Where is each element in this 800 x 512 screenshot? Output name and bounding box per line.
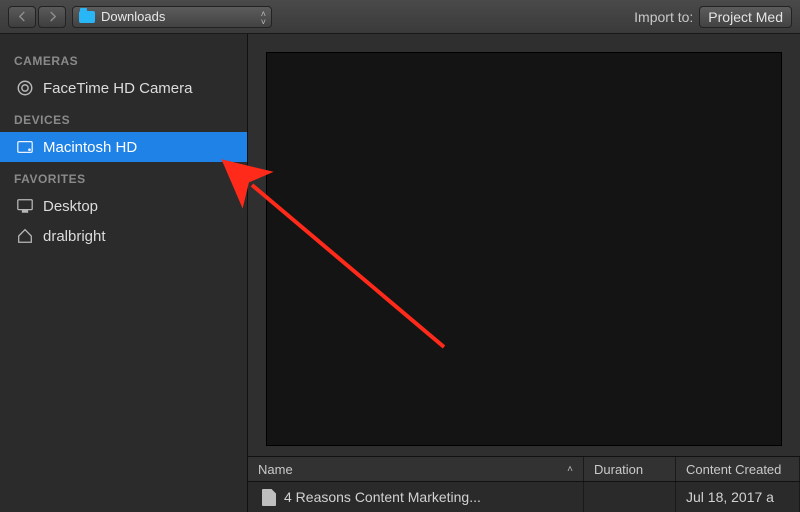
cell-name: 4 Reasons Content Marketing... bbox=[248, 482, 584, 512]
home-icon bbox=[16, 227, 34, 245]
sidebar-item-label: dralbright bbox=[43, 228, 106, 245]
column-label: Duration bbox=[594, 462, 643, 477]
sidebar-item-label: Macintosh HD bbox=[43, 139, 137, 156]
back-button[interactable] bbox=[8, 6, 36, 28]
updown-icon: ˄˅ bbox=[261, 10, 266, 26]
column-header-duration[interactable]: Duration bbox=[584, 457, 676, 481]
sidebar-item-desktop[interactable]: Desktop bbox=[0, 191, 247, 221]
column-header-name[interactable]: Name ˄ bbox=[248, 457, 584, 481]
desktop-icon bbox=[16, 197, 34, 215]
forward-button[interactable] bbox=[38, 6, 66, 28]
import-target-dropdown[interactable]: Project Med bbox=[699, 6, 792, 28]
nav-buttons bbox=[8, 6, 66, 28]
file-name: 4 Reasons Content Marketing... bbox=[284, 489, 481, 505]
section-header-cameras: CAMERAS bbox=[0, 44, 247, 73]
sidebar-item-macintosh-hd[interactable]: Macintosh HD bbox=[0, 132, 247, 162]
cell-duration bbox=[584, 482, 676, 512]
sidebar-item-dralbright[interactable]: dralbright bbox=[0, 221, 247, 251]
table-row[interactable]: 4 Reasons Content Marketing... Jul 18, 2… bbox=[248, 482, 800, 512]
path-dropdown[interactable]: Downloads ˄˅ bbox=[72, 6, 272, 28]
hdd-icon bbox=[16, 138, 34, 156]
cell-content-created: Jul 18, 2017 a bbox=[676, 482, 800, 512]
column-header-content-created[interactable]: Content Created bbox=[676, 457, 800, 481]
import-target-label: Project Med bbox=[708, 9, 783, 25]
chevron-left-icon bbox=[18, 11, 27, 22]
column-label: Content Created bbox=[686, 462, 781, 477]
table-header: Name ˄ Duration Content Created bbox=[248, 456, 800, 482]
camera-icon bbox=[16, 79, 34, 97]
preview-area-wrap bbox=[248, 34, 800, 456]
column-label: Name bbox=[258, 462, 293, 477]
path-label: Downloads bbox=[101, 9, 165, 24]
section-header-devices: DEVICES bbox=[0, 103, 247, 132]
sidebar: CAMERAS FaceTime HD Camera DEVICES Macin… bbox=[0, 34, 248, 512]
sort-ascending-icon: ˄ bbox=[567, 464, 573, 475]
import-window: Downloads ˄˅ Import to: Project Med CAME… bbox=[0, 0, 800, 512]
sidebar-item-facetime-camera[interactable]: FaceTime HD Camera bbox=[0, 73, 247, 103]
preview-area bbox=[266, 52, 782, 446]
toolbar: Downloads ˄˅ Import to: Project Med bbox=[0, 0, 800, 34]
import-to-label: Import to: bbox=[634, 9, 693, 25]
document-icon bbox=[262, 489, 276, 506]
section-header-favorites: FAVORITES bbox=[0, 162, 247, 191]
sidebar-item-label: FaceTime HD Camera bbox=[43, 80, 192, 97]
sidebar-item-label: Desktop bbox=[43, 198, 98, 215]
main-area: Name ˄ Duration Content Created 4 Reason… bbox=[248, 34, 800, 512]
folder-icon bbox=[79, 11, 95, 23]
chevron-right-icon bbox=[48, 11, 57, 22]
